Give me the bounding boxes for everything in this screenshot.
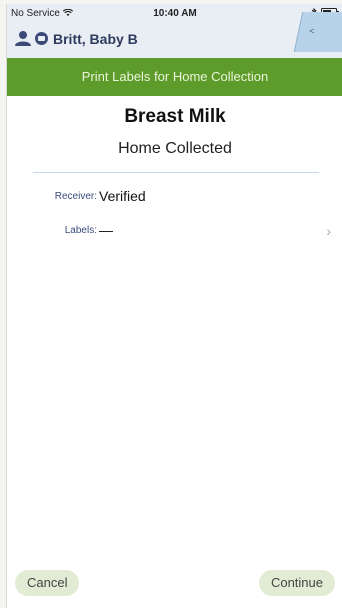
person-icon bbox=[15, 31, 31, 46]
section-subtitle: Home Collected bbox=[118, 140, 232, 157]
labels-row[interactable]: Labels: — › bbox=[7, 217, 342, 243]
divider bbox=[33, 172, 319, 173]
page-title-bar: Print Labels for Home Collection bbox=[7, 58, 342, 96]
back-tab-button[interactable]: < bbox=[293, 12, 342, 52]
patient-id-icon bbox=[35, 32, 48, 45]
page-title: Print Labels for Home Collection bbox=[81, 69, 269, 84]
section-title: Breast Milk bbox=[124, 106, 226, 127]
patient-name: Britt, Baby B bbox=[53, 31, 138, 47]
back-tab-icon: < bbox=[309, 26, 315, 36]
labels-label: Labels: bbox=[64, 224, 97, 236]
receiver-value: Verified bbox=[99, 188, 146, 204]
patient-banner[interactable]: Britt, Baby B < bbox=[7, 12, 342, 58]
footer-actions: Cancel Continue bbox=[7, 570, 342, 600]
status-bar: No Service 10:40 AM bbox=[7, 4, 342, 22]
chevron-right-icon: › bbox=[326, 223, 331, 239]
cancel-button[interactable]: Cancel bbox=[15, 570, 80, 596]
status-time: 10:40 AM bbox=[153, 8, 197, 19]
receiver-label: Receiver: bbox=[54, 190, 97, 202]
app-screen: No Service 10:40 AM Britt, Baby B < Prin… bbox=[6, 4, 342, 608]
continue-button[interactable]: Continue bbox=[258, 570, 335, 596]
receiver-row: Receiver: Verified bbox=[7, 183, 342, 209]
labels-value: — bbox=[99, 222, 113, 238]
